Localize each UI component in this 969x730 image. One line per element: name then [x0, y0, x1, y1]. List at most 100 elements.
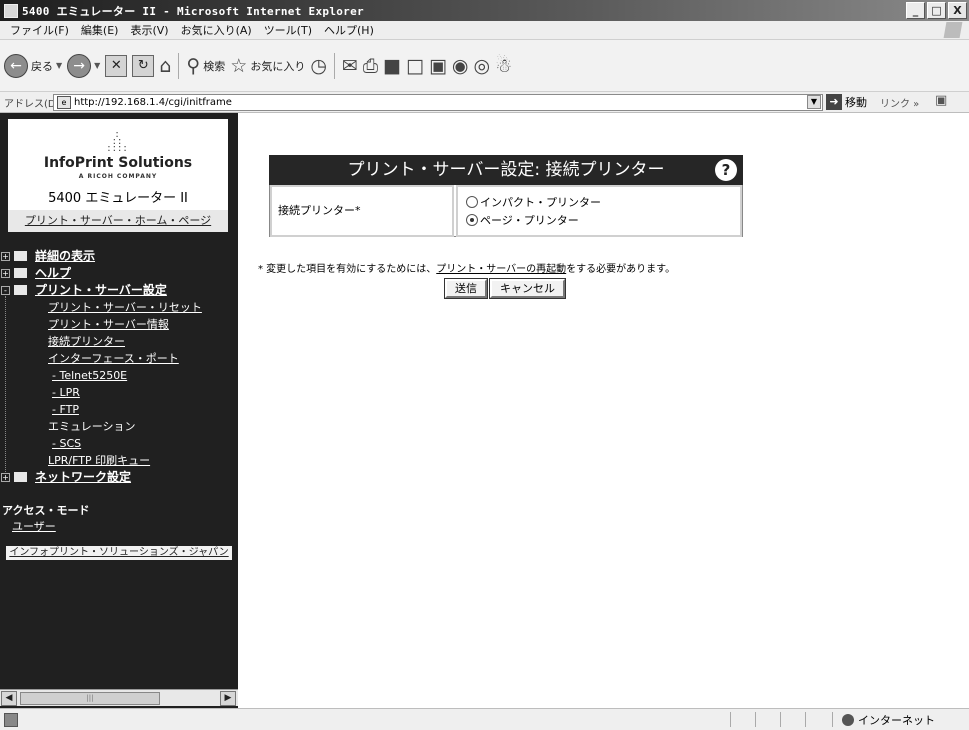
nav-link-label[interactable]: プリント・サーバー情報: [48, 318, 169, 331]
radio-impact-printer[interactable]: [466, 196, 478, 208]
page-icon: e: [57, 96, 71, 109]
tree-line: [5, 296, 6, 476]
cancel-button[interactable]: キャンセル: [489, 278, 566, 299]
access-mode-user-link[interactable]: ユーザー: [0, 519, 238, 535]
submit-button[interactable]: 送信: [444, 278, 488, 299]
address-input[interactable]: e http://192.168.1.4/cgi/initframe: [53, 94, 823, 111]
nav-link-ftp[interactable]: - FTP: [0, 401, 238, 418]
folder-icon: [14, 268, 27, 278]
home-page-link[interactable]: プリント・サーバー・ホーム・ページ: [8, 210, 228, 232]
nav-link-interface-port[interactable]: インターフェース・ポート: [0, 350, 238, 367]
favorites-button[interactable]: ☆ お気に入り: [230, 55, 305, 77]
media-icon[interactable]: ◎: [474, 55, 491, 77]
restart-link[interactable]: プリント・サーバーの再起動: [436, 264, 566, 275]
address-dropdown-icon[interactable]: ▼: [807, 95, 821, 109]
search-button[interactable]: ⚲ 検索: [186, 55, 225, 77]
menu-file[interactable]: ファイル(F): [4, 22, 75, 38]
nav-link-label[interactable]: インターフェース・ポート: [48, 352, 179, 365]
tree-node-print-server-settings[interactable]: - プリント・サーバー設定: [0, 282, 238, 299]
menu-bar: ファイル(F) 編集(E) 表示(V) お気に入り(A) ツール(T) ヘルプ(…: [0, 21, 969, 40]
menu-edit[interactable]: 編集(E): [75, 22, 125, 38]
window-controls: _ □ X: [906, 2, 967, 19]
nav-link-connected-printer[interactable]: 接続プリンター: [0, 333, 238, 350]
people-icon[interactable]: ☃: [495, 55, 512, 77]
home-icon[interactable]: ⌂: [159, 55, 171, 77]
menu-favorites[interactable]: お気に入り(A): [175, 22, 258, 38]
radio-page-printer[interactable]: [466, 214, 478, 226]
edit-icon[interactable]: ■: [383, 55, 401, 77]
messenger-icon[interactable]: ◉: [452, 55, 469, 77]
help-icon[interactable]: ?: [715, 159, 737, 181]
tree-node-label[interactable]: ヘルプ: [35, 266, 71, 280]
expand-icon[interactable]: +: [1, 473, 10, 482]
horizontal-scrollbar[interactable]: ◀ ||| ▶: [0, 689, 238, 706]
forward-button[interactable]: → ▼: [67, 53, 100, 78]
tree-node-label[interactable]: プリント・サーバー設定: [35, 283, 167, 297]
back-dropdown-icon[interactable]: ▼: [56, 61, 62, 70]
search-icon: ⚲: [186, 54, 201, 77]
logo-mark-icon: :::::::: [107, 129, 129, 154]
status-divider: [730, 712, 731, 727]
nav-link-scs[interactable]: - SCS: [0, 435, 238, 452]
address-url[interactable]: http://192.168.1.4/cgi/initframe: [74, 97, 232, 108]
option-label: ページ・プリンター: [480, 214, 579, 227]
option-impact-printer[interactable]: インパクト・プリンター: [466, 193, 732, 211]
research-icon[interactable]: ▣: [429, 55, 447, 77]
tree-node-network-settings[interactable]: + ネットワーク設定: [0, 469, 238, 486]
history-icon[interactable]: ◷: [310, 55, 327, 77]
links-button[interactable]: リンク »: [880, 95, 919, 110]
panel-title-bar: プリント・サーバー設定: 接続プリンター ?: [269, 155, 743, 185]
mail-icon[interactable]: ✉: [342, 55, 358, 77]
nav-link-label[interactable]: プリント・サーバー・リセット: [48, 301, 202, 314]
nav-link-label[interactable]: LPR/FTP 印刷キュー: [48, 454, 150, 467]
tree-node-help[interactable]: + ヘルプ: [0, 265, 238, 282]
favorites-label: お気に入り: [250, 59, 306, 73]
scrollbar-thumb[interactable]: |||: [20, 692, 160, 705]
option-page-printer[interactable]: ページ・プリンター: [466, 211, 732, 229]
logo-subtitle: A RICOH COMPANY: [78, 173, 158, 180]
status-bar: インターネット: [0, 708, 969, 730]
expand-icon[interactable]: +: [1, 269, 10, 278]
nav-link-label[interactable]: - LPR: [52, 386, 80, 399]
tree-node-label[interactable]: ネットワーク設定: [35, 470, 131, 484]
refresh-icon[interactable]: ↻: [132, 54, 155, 77]
printer-type-options: インパクト・プリンター ページ・プリンター: [456, 185, 742, 237]
nav-link-label[interactable]: - SCS: [52, 437, 81, 450]
nav-link-label[interactable]: - FTP: [52, 403, 79, 416]
close-button[interactable]: X: [948, 2, 967, 19]
tree-node-label[interactable]: 詳細の表示: [35, 249, 95, 263]
links-extra-icon[interactable]: ▣: [935, 93, 947, 108]
window-title-bar: 5400 エミュレーター II - Microsoft Internet Exp…: [0, 0, 969, 21]
menu-view[interactable]: 表示(V): [124, 22, 174, 38]
option-label: インパクト・プリンター: [480, 196, 601, 209]
forward-dropdown-icon[interactable]: ▼: [94, 61, 100, 70]
page-done-icon: [4, 712, 18, 727]
company-link[interactable]: インフォプリント・ソリューションズ・ジャパン: [6, 546, 232, 560]
menu-help[interactable]: ヘルプ(H): [318, 22, 380, 38]
discuss-icon[interactable]: □: [406, 55, 424, 77]
nav-link-telnet[interactable]: - Telnet5250E: [0, 367, 238, 384]
menu-tools[interactable]: ツール(T): [258, 22, 318, 38]
nav-link-print-queue[interactable]: LPR/FTP 印刷キュー: [0, 452, 238, 469]
collapse-icon[interactable]: -: [1, 286, 10, 295]
scroll-right-icon[interactable]: ▶: [220, 691, 236, 706]
minimize-button[interactable]: _: [906, 2, 925, 19]
nav-link-label[interactable]: 接続プリンター: [48, 335, 125, 348]
form-buttons: 送信 キャンセル: [444, 278, 566, 299]
go-button[interactable]: ➜ 移動: [826, 94, 867, 110]
maximize-button[interactable]: □: [927, 2, 946, 19]
restart-note: * 変更した項目を有効にするためには、プリント・サーバーの再起動をする必要があり…: [258, 260, 675, 275]
note-prefix: * 変更した項目を有効にするためには、: [258, 264, 437, 275]
nav-link-info[interactable]: プリント・サーバー情報: [0, 316, 238, 333]
nav-link-reset[interactable]: プリント・サーバー・リセット: [0, 299, 238, 316]
tree-node-details[interactable]: + 詳細の表示: [0, 248, 238, 265]
nav-link-label[interactable]: - Telnet5250E: [52, 369, 127, 382]
stop-icon[interactable]: ✕: [105, 54, 128, 77]
back-button[interactable]: ← 戻る ▼: [4, 53, 62, 78]
nav-link-lpr[interactable]: - LPR: [0, 384, 238, 401]
logo-panel: ::::::: InfoPrint Solutions A RICOH COMP…: [8, 119, 228, 217]
toolbar-separator: [333, 52, 335, 79]
print-icon[interactable]: ⎙: [363, 55, 378, 77]
scroll-left-icon[interactable]: ◀: [1, 691, 17, 706]
expand-icon[interactable]: +: [1, 252, 10, 261]
